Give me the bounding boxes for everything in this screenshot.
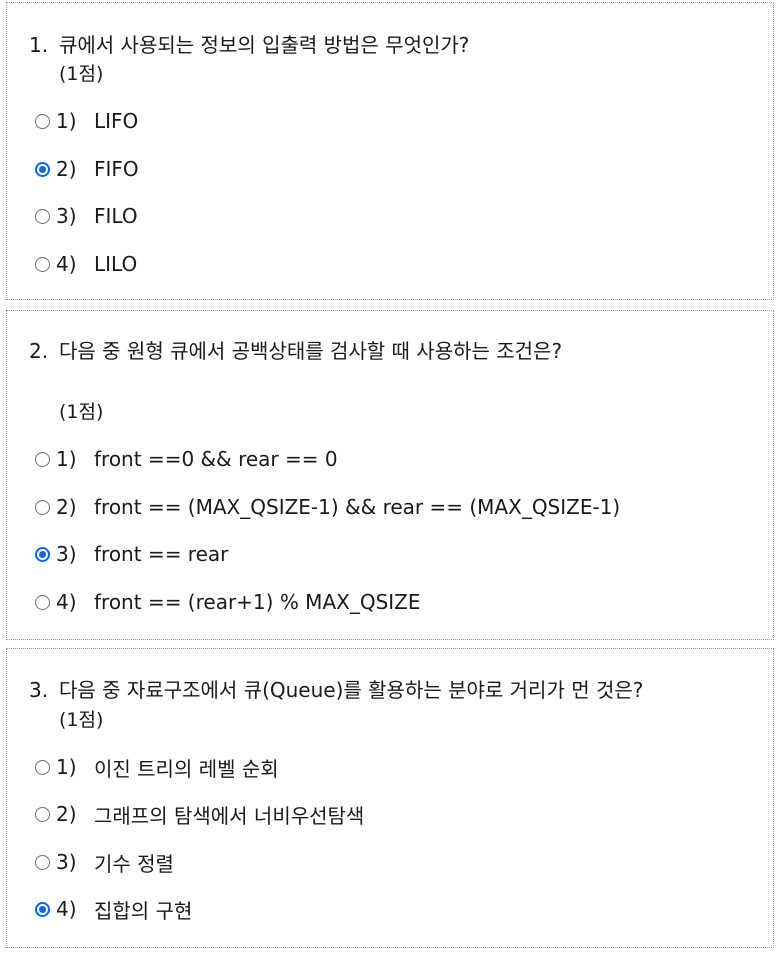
- option-4[interactable]: 4) LILO: [35, 250, 137, 278]
- option-number: 2): [56, 157, 77, 181]
- option-label: 그래프의 탐색에서 너비우선탐색: [94, 803, 365, 828]
- radio-button[interactable]: [35, 451, 50, 467]
- option-label: LILO: [94, 252, 138, 276]
- radio-button[interactable]: [35, 854, 50, 870]
- option-number: 4): [56, 252, 77, 276]
- option-label: front == (rear+1) % MAX_QSIZE: [94, 590, 421, 614]
- option-2[interactable]: 2) 그래프의 탐색에서 너비우선탐색: [35, 800, 364, 828]
- option-3[interactable]: 3) front == rear: [35, 540, 228, 568]
- question-points: (1점): [59, 63, 104, 85]
- option-label: FILO: [94, 204, 138, 228]
- option-number: 4): [56, 897, 77, 921]
- option-label: front == (MAX_QSIZE-1) && rear == (MAX_Q…: [94, 495, 621, 519]
- question-text: 1. 큐에서 사용되는 정보의 입출력 방법은 무엇인가?: [29, 32, 469, 58]
- option-label: front == rear: [94, 542, 229, 566]
- option-4[interactable]: 4) front == (rear+1) % MAX_QSIZE: [35, 588, 421, 616]
- option-label: FIFO: [94, 157, 139, 181]
- question-body: 다음 중 자료구조에서 큐(Queue)를 활용하는 분야로 거리가 먼 것은?: [59, 678, 644, 702]
- option-2[interactable]: 2) FIFO: [35, 155, 139, 183]
- option-label: LIFO: [94, 109, 139, 133]
- option-label: 집합의 구현: [94, 898, 193, 923]
- option-number: 2): [56, 802, 77, 826]
- option-label: 이진 트리의 레벨 순회: [94, 756, 279, 781]
- radio-button[interactable]: [35, 594, 50, 610]
- question-body: 큐에서 사용되는 정보의 입출력 방법은 무엇인가?: [59, 33, 470, 57]
- option-4[interactable]: 4) 집합의 구현: [35, 895, 192, 923]
- question-number: 2.: [29, 339, 49, 363]
- question-body: 다음 중 원형 큐에서 공백상태를 검사할 때 사용하는 조건은?: [59, 339, 563, 363]
- radio-button-selected[interactable]: [35, 901, 50, 917]
- question-1: 1. 큐에서 사용되는 정보의 입출력 방법은 무엇인가? (1점) 1) LIF…: [6, 2, 774, 300]
- radio-button[interactable]: [35, 806, 50, 822]
- question-3: 3. 다음 중 자료구조에서 큐(Queue)를 활용하는 분야로 거리가 먼 것…: [6, 648, 774, 948]
- option-number: 4): [56, 590, 77, 614]
- question-number: 1.: [29, 33, 49, 57]
- option-1[interactable]: 1) LIFO: [35, 107, 138, 135]
- question-number: 3.: [29, 678, 49, 702]
- option-number: 3): [56, 542, 77, 566]
- option-number: 2): [56, 495, 77, 519]
- option-number: 1): [56, 109, 77, 133]
- option-number: 3): [56, 204, 77, 228]
- radio-button[interactable]: [35, 499, 50, 515]
- option-1[interactable]: 1) front ==0 && rear == 0: [35, 445, 338, 473]
- option-number: 3): [56, 850, 77, 874]
- option-number: 1): [56, 447, 77, 471]
- radio-button[interactable]: [35, 256, 50, 272]
- radio-button-selected[interactable]: [35, 161, 50, 177]
- question-text: 3. 다음 중 자료구조에서 큐(Queue)를 활용하는 분야로 거리가 먼 것…: [29, 677, 643, 703]
- option-3[interactable]: 3) FILO: [35, 202, 138, 230]
- radio-button[interactable]: [35, 113, 50, 129]
- option-3[interactable]: 3) 기수 정렬: [35, 848, 174, 876]
- option-2[interactable]: 2) front == (MAX_QSIZE-1) && rear == (MA…: [35, 493, 620, 521]
- radio-button[interactable]: [35, 208, 50, 224]
- option-label: 기수 정렬: [94, 851, 174, 876]
- option-label: front ==0 && rear == 0: [94, 447, 338, 471]
- question-text: 2. 다음 중 원형 큐에서 공백상태를 검사할 때 사용하는 조건은?: [29, 338, 562, 364]
- question-points: (1점): [59, 401, 104, 423]
- option-number: 1): [56, 755, 77, 779]
- question-points: (1점): [59, 709, 104, 731]
- radio-button[interactable]: [35, 759, 50, 775]
- radio-button-selected[interactable]: [35, 546, 50, 562]
- option-1[interactable]: 1) 이진 트리의 레벨 순회: [35, 753, 279, 781]
- question-2: 2. 다음 중 원형 큐에서 공백상태를 검사할 때 사용하는 조건은? (1점)…: [6, 310, 774, 640]
